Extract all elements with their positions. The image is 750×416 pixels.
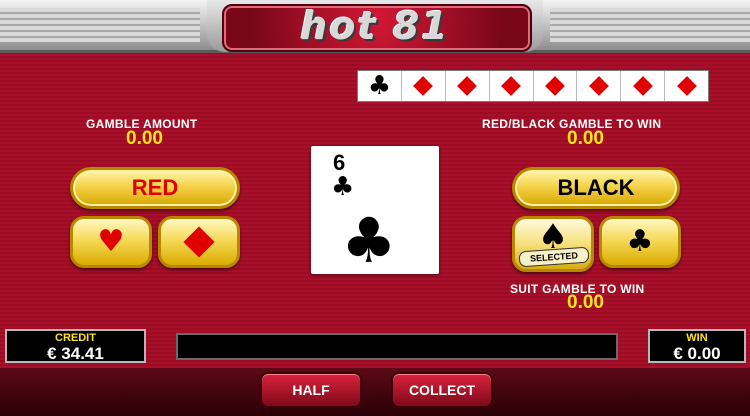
diamond-icon: [588, 76, 609, 96]
red-button[interactable]: RED: [70, 167, 240, 209]
game-logo: hot 81: [300, 4, 450, 48]
history-card: [621, 71, 666, 101]
diamond-icon: [183, 226, 215, 258]
diamond-suit-button[interactable]: [158, 216, 240, 268]
club-suit-button[interactable]: ♣: [599, 216, 681, 268]
collect-button[interactable]: COLLECT: [391, 372, 493, 408]
history-card: [577, 71, 622, 101]
diamond-icon: [632, 76, 653, 96]
black-button[interactable]: BLACK: [512, 167, 680, 209]
history-card: [490, 71, 534, 101]
history-card: [665, 71, 708, 101]
gamble-amount-value: 0.00: [126, 128, 163, 149]
selected-badge: SELECTED: [518, 246, 590, 268]
win-display: WIN € 0.00: [648, 329, 746, 363]
win-value: € 0.00: [673, 344, 721, 363]
bottom-bar: [0, 368, 750, 416]
diamond-icon: [457, 76, 478, 96]
card-large-club-icon: ♣: [341, 204, 397, 277]
drawn-card: 6 ♣ ♣: [311, 146, 439, 274]
history-card: [534, 71, 578, 101]
card-history: ♣: [357, 70, 709, 102]
diamond-icon: [413, 76, 434, 96]
credit-display: CREDIT € 34.41: [5, 329, 146, 363]
diamond-icon: [501, 76, 521, 96]
suit-gamble-value: 0.00: [567, 292, 604, 313]
spade-suit-button[interactable]: ♠ SELECTED: [512, 216, 594, 272]
heart-suit-button[interactable]: ♥: [70, 216, 152, 268]
top-bar-ridge-right: [550, 8, 750, 42]
diamond-icon: [676, 76, 697, 96]
win-label: WIN: [686, 332, 708, 344]
history-card: [446, 71, 490, 101]
half-button[interactable]: HALF: [260, 372, 362, 408]
club-icon: ♣: [626, 224, 654, 259]
top-bar-ridge-left: [0, 8, 200, 42]
card-small-club-icon: ♣: [331, 172, 355, 202]
credit-value: € 34.41: [47, 344, 104, 363]
history-card: [402, 71, 446, 101]
history-card: ♣: [358, 71, 402, 101]
red-black-gamble-value: 0.00: [567, 128, 604, 149]
message-bar: [176, 333, 618, 360]
credit-label: CREDIT: [55, 332, 96, 344]
club-icon: ♣: [367, 71, 392, 101]
diamond-icon: [545, 76, 565, 96]
heart-icon: ♥: [97, 224, 125, 259]
